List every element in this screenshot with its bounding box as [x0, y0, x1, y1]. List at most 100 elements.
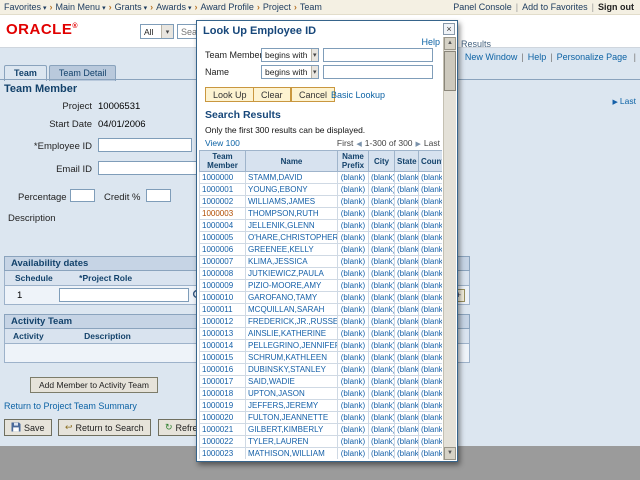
page-link[interactable]: Help	[528, 52, 547, 62]
name-prefix-link[interactable]: (blank)	[341, 293, 365, 302]
employee-name-link[interactable]: PIZIO-MOORE,AMY	[248, 281, 321, 290]
employee-id-field[interactable]	[98, 138, 192, 152]
city-link[interactable]: (blank)	[371, 425, 395, 434]
city-link[interactable]: (blank)	[371, 197, 395, 206]
state-link[interactable]: (blank)	[397, 269, 419, 278]
city-link[interactable]: (blank)	[371, 437, 395, 446]
breadcrumb-link[interactable]: Awards	[156, 2, 186, 12]
state-link[interactable]: (blank)	[397, 437, 419, 446]
employee-name-link[interactable]: MCQUILLAN,SARAH	[248, 305, 324, 314]
clear-button[interactable]: Clear	[253, 87, 291, 102]
city-link[interactable]: (blank)	[371, 173, 395, 182]
employee-name-link[interactable]: YOUNG,EBONY	[248, 185, 308, 194]
employee-id-link[interactable]: 1000023	[202, 449, 233, 458]
employee-id-link[interactable]: 1000009	[202, 281, 233, 290]
country-link[interactable]: (blank)	[421, 305, 442, 314]
employee-id-link[interactable]: 1000022	[202, 437, 233, 446]
city-link[interactable]: (blank)	[371, 365, 395, 374]
name-prefix-link[interactable]: (blank)	[341, 245, 365, 254]
scroll-down-icon[interactable]: ▼	[444, 447, 456, 460]
employee-name-link[interactable]: SCHRUM,KATHLEEN	[248, 353, 327, 362]
breadcrumb-item[interactable]: ›Favorites▾	[4, 2, 47, 12]
city-link[interactable]: (blank)	[371, 221, 395, 230]
name-prefix-link[interactable]: (blank)	[341, 173, 365, 182]
employee-id-link[interactable]: 1000007	[202, 257, 233, 266]
state-link[interactable]: (blank)	[397, 281, 419, 290]
prev-page-icon[interactable]: ◀	[356, 141, 361, 148]
percentage-field[interactable]	[70, 189, 95, 202]
employee-id-link[interactable]: 1000016	[202, 365, 233, 374]
country-link[interactable]: (blank)	[421, 365, 442, 374]
top-link-item[interactable]: |Sign out	[588, 2, 634, 12]
next-page-icon[interactable]: ▶	[416, 141, 421, 148]
employee-id-link[interactable]: 1000014	[202, 341, 233, 350]
team-member-search-input[interactable]	[323, 48, 433, 62]
state-link[interactable]: (blank)	[397, 293, 419, 302]
employee-name-link[interactable]: FREDERICK,JR.,RUSSELL	[248, 317, 338, 326]
employee-id-link[interactable]: 1000002	[202, 197, 233, 206]
employee-name-link[interactable]: TYLER,LAUREN	[248, 437, 308, 446]
employee-name-link[interactable]: MATHISON,WILLIAM	[248, 449, 325, 458]
breadcrumb-item[interactable]: ›Awards▾	[147, 2, 191, 12]
country-link[interactable]: (blank)	[421, 281, 442, 290]
employee-id-link[interactable]: 1000015	[202, 353, 233, 362]
name-prefix-link[interactable]: (blank)	[341, 365, 365, 374]
breadcrumb-link[interactable]: Award Profile	[200, 2, 253, 12]
city-link[interactable]: (blank)	[371, 341, 395, 350]
state-link[interactable]: (blank)	[397, 221, 419, 230]
country-link[interactable]: (blank)	[421, 341, 442, 350]
employee-name-link[interactable]: THOMPSON,RUTH	[248, 209, 319, 218]
state-link[interactable]: (blank)	[397, 257, 419, 266]
breadcrumb-item[interactable]: ›Main Menu▾	[47, 2, 106, 12]
employee-name-link[interactable]: PELLEGRINO,JENNIFER	[248, 341, 338, 350]
breadcrumb-item[interactable]: ›Team▾	[291, 2, 322, 12]
employee-id-link[interactable]: 1000006	[202, 245, 233, 254]
top-link[interactable]: Sign out	[598, 2, 634, 12]
grid-nav-last[interactable]: ▶Last	[613, 96, 636, 106]
country-link[interactable]: (blank)	[421, 185, 442, 194]
name-prefix-link[interactable]: (blank)	[341, 377, 365, 386]
employee-name-link[interactable]: GILBERT,KIMBERLY	[248, 425, 323, 434]
search-scope-select[interactable]: All ▾	[140, 24, 174, 39]
employee-name-link[interactable]: AINSLIE,KATHERINE	[248, 329, 326, 338]
city-link[interactable]: (blank)	[371, 269, 395, 278]
country-link[interactable]: (blank)	[421, 389, 442, 398]
name-prefix-link[interactable]: (blank)	[341, 437, 365, 446]
name-prefix-link[interactable]: (blank)	[341, 389, 365, 398]
state-link[interactable]: (blank)	[397, 233, 419, 242]
country-link[interactable]: (blank)	[421, 245, 442, 254]
employee-name-link[interactable]: WILLIAMS,JAMES	[248, 197, 315, 206]
name-prefix-link[interactable]: (blank)	[341, 281, 365, 290]
country-link[interactable]: (blank)	[421, 197, 442, 206]
credit-field[interactable]	[146, 189, 171, 202]
employee-id-link[interactable]: 1000019	[202, 401, 233, 410]
name-prefix-link[interactable]: (blank)	[341, 257, 365, 266]
grid-last-link[interactable]: Last	[620, 96, 636, 106]
close-icon[interactable]: ×	[443, 23, 455, 35]
country-link[interactable]: (blank)	[421, 353, 442, 362]
name-prefix-link[interactable]: (blank)	[341, 317, 365, 326]
employee-id-link[interactable]: 1000008	[202, 269, 233, 278]
first-page-link[interactable]: First	[337, 138, 354, 148]
page-link[interactable]: Personalize Page	[557, 52, 628, 62]
cancel-button[interactable]: Cancel	[291, 87, 335, 102]
country-link[interactable]: (blank)	[421, 209, 442, 218]
employee-id-link[interactable]: 1000003	[202, 209, 233, 218]
city-link[interactable]: (blank)	[371, 329, 395, 338]
save-button[interactable]: Save	[4, 419, 52, 436]
city-link[interactable]: (blank)	[371, 245, 395, 254]
name-operator-select[interactable]: begins with ▾	[261, 65, 319, 79]
country-link[interactable]: (blank)	[421, 329, 442, 338]
city-link[interactable]: (blank)	[371, 317, 395, 326]
name-prefix-link[interactable]: (blank)	[341, 221, 365, 230]
name-prefix-link[interactable]: (blank)	[341, 425, 365, 434]
return-to-search-button[interactable]: ↩ Return to Search	[58, 419, 151, 436]
name-prefix-link[interactable]: (blank)	[341, 305, 365, 314]
breadcrumb-item[interactable]: ›Grants▾	[106, 2, 148, 12]
scroll-up-icon[interactable]: ▲	[444, 37, 456, 50]
state-link[interactable]: (blank)	[397, 185, 419, 194]
page-link-item[interactable]: |Help	[517, 52, 546, 62]
country-link[interactable]: (blank)	[421, 257, 442, 266]
country-link[interactable]: (blank)	[421, 293, 442, 302]
breadcrumb-link[interactable]: Grants	[115, 2, 142, 12]
